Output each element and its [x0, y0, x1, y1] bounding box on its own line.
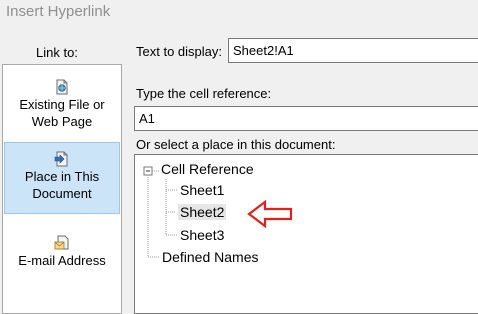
place-tree[interactable]: Cell Reference Sheet1 Sheet2 Sheet3 Defi…: [134, 154, 478, 314]
place-label-2: Document: [32, 186, 92, 201]
tree-item-cell-reference[interactable]: Cell Reference: [161, 161, 254, 177]
email-address-icon: [54, 235, 69, 250]
web-page-icon: [56, 79, 68, 95]
text-to-display-input[interactable]: [228, 38, 478, 63]
place-in-document-icon: [54, 151, 68, 167]
tree-item-sheet1[interactable]: Sheet1: [180, 182, 224, 198]
tree-item-sheet2[interactable]: Sheet2: [178, 204, 227, 220]
dialog-title: Insert Hyperlink: [6, 3, 111, 20]
cell-reference-input[interactable]: [134, 106, 478, 131]
tree-item-defined-names[interactable]: Defined Names: [162, 249, 259, 265]
link-to-email-address[interactable]: E-mail Address: [4, 231, 120, 275]
link-to-place-in-document[interactable]: Place in This Document: [4, 142, 120, 214]
place-in-document-label: Or select a place in this document:: [136, 137, 336, 152]
tree-item-sheet3[interactable]: Sheet3: [180, 227, 224, 243]
red-arrow-annotation-icon: [247, 199, 293, 229]
cell-reference-label: Type the cell reference:: [136, 86, 272, 101]
link-to-existing-file[interactable]: Existing File or Web Page: [4, 75, 120, 139]
link-to-label: Link to:: [36, 45, 78, 60]
text-to-display-label: Text to display:: [136, 44, 222, 59]
link-to-panel: Existing File or Web Page Place in This …: [2, 64, 122, 314]
email-label: E-mail Address: [18, 253, 106, 268]
existing-file-label-2: Web Page: [31, 114, 93, 129]
existing-file-label-1: Existing File or: [19, 97, 105, 112]
place-label-1: Place in This: [24, 169, 100, 184]
